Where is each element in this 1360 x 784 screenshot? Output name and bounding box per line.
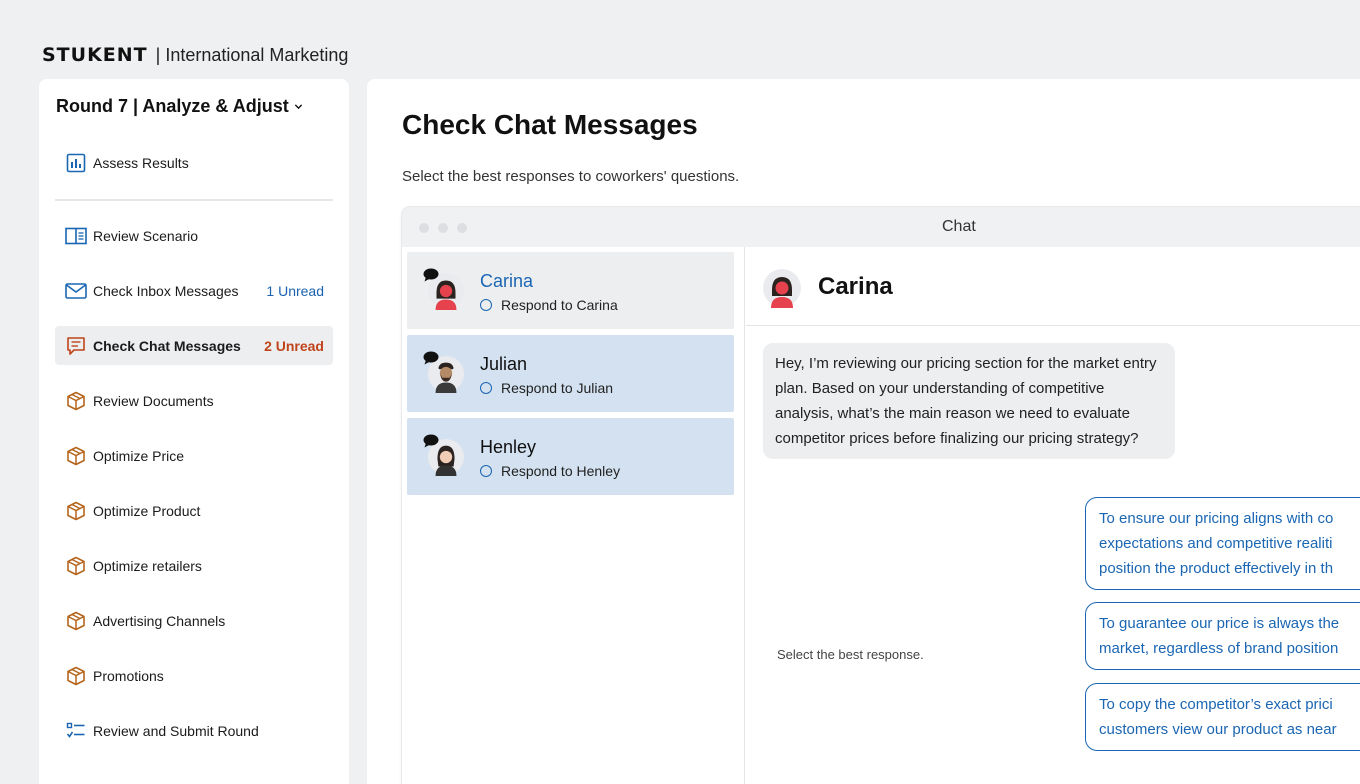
status-circle-icon <box>480 382 492 394</box>
option-text-line: customers view our product as near <box>1099 721 1337 738</box>
stukent-logo: STUKENT <box>42 44 148 66</box>
sidebar-item-chat[interactable]: Check Chat Messages 2 Unread <box>55 326 333 365</box>
chat-bubble-icon <box>423 434 439 448</box>
window-dot-icon <box>419 223 429 233</box>
unread-badge: 1 Unread <box>266 282 324 299</box>
option-text-line: position the product effectively in th <box>1099 560 1334 577</box>
conversation-contact-name: Carina <box>818 273 893 300</box>
package-icon <box>65 555 87 577</box>
chat-icon <box>65 335 87 357</box>
contact-task: Respond to Henley <box>480 463 620 479</box>
contact-name: Julian <box>480 354 528 374</box>
round-selector[interactable]: Round 7 | Analyze & Adjust <box>56 96 303 117</box>
sidebar-item-label: Review Documents <box>93 392 214 409</box>
contact-julian[interactable]: Julian Respond to Julian <box>407 335 734 412</box>
sidebar-item-label: Optimize Price <box>93 447 185 464</box>
sidebar-item-label: Assess Results <box>93 154 189 171</box>
package-icon <box>65 665 87 687</box>
envelope-icon <box>65 280 87 302</box>
chat-window: Chat Carina Respond to Carina Julian Res… <box>402 207 1360 784</box>
sidebar-item-label: Review and Submit Round <box>93 722 259 739</box>
sidebar-item-label: Optimize Product <box>93 502 201 519</box>
option-text-line: To copy the competitor’s exact prici <box>1099 696 1333 713</box>
sidebar-item-inbox[interactable]: Check Inbox Messages 1 Unread <box>55 271 333 310</box>
chat-window-title: Chat <box>942 218 976 235</box>
sidebar-item-optimize-price[interactable]: Optimize Price <box>55 436 333 475</box>
contact-task-label: Respond to Julian <box>501 380 614 396</box>
response-option-2[interactable]: To guarantee our price is always the mar… <box>1085 602 1360 670</box>
option-text-line: market, regardless of brand position <box>1099 640 1339 657</box>
sidebar-item-label: Check Inbox Messages <box>93 282 239 299</box>
option-text-line: expectations and competitive realiti <box>1099 535 1333 552</box>
sidebar-item-label: Advertising Channels <box>93 612 226 629</box>
contact-list: Carina Respond to Carina Julian Respond … <box>402 247 745 784</box>
package-icon <box>65 390 87 412</box>
conversation-header: Carina <box>746 247 1360 326</box>
sidebar-item-optimize-retailers[interactable]: Optimize retailers <box>55 546 333 585</box>
chat-bubble-icon <box>423 351 439 365</box>
page-subtitle: Select the best responses to coworkers' … <box>402 168 740 185</box>
sidebar-item-label: Promotions <box>93 667 164 684</box>
sidebar-item-optimize-product[interactable]: Optimize Product <box>55 491 333 530</box>
window-dot-icon <box>457 223 467 233</box>
bar-chart-icon <box>65 152 87 174</box>
sidebar-item-review-scenario[interactable]: Review Scenario <box>55 216 333 255</box>
contact-henley[interactable]: Henley Respond to Henley <box>407 418 734 495</box>
sidebar: Round 7 | Analyze & Adjust Assess Result… <box>39 79 349 784</box>
course-title: | International Marketing <box>155 44 349 65</box>
contact-name: Carina <box>480 271 534 291</box>
window-dot-icon <box>438 223 448 233</box>
contact-name: Henley <box>480 437 537 457</box>
unread-badge: 2 Unread <box>264 337 324 354</box>
chevron-down-icon <box>294 104 302 110</box>
contact-task-label: Respond to Carina <box>501 297 618 313</box>
conversation-panel: Carina Hey, I’m reviewing our pricing se… <box>746 247 1360 784</box>
option-text-line: To guarantee our price is always the <box>1099 615 1340 632</box>
contact-task-label: Respond to Henley <box>501 463 621 479</box>
sidebar-item-promotions[interactable]: Promotions <box>55 656 333 695</box>
sidebar-item-assess-results[interactable]: Assess Results <box>55 143 333 182</box>
avatar-icon <box>763 269 801 308</box>
contact-task: Respond to Carina <box>480 297 618 313</box>
status-circle-icon <box>480 299 492 311</box>
checklist-icon <box>65 720 87 742</box>
sidebar-item-label: Check Chat Messages <box>93 337 241 354</box>
sidebar-item-label: Review Scenario <box>93 227 199 244</box>
sidebar-item-advertising-channels[interactable]: Advertising Channels <box>55 601 333 640</box>
status-circle-icon <box>480 465 492 477</box>
package-icon <box>65 445 87 467</box>
option-text-line: To ensure our pricing aligns with co <box>1099 510 1334 527</box>
sidebar-divider <box>55 199 333 201</box>
book-icon <box>65 225 87 247</box>
response-option-3[interactable]: To copy the competitor’s exact prici cus… <box>1085 683 1360 751</box>
response-instruction: Select the best response. <box>777 647 924 662</box>
package-icon <box>65 500 87 522</box>
contact-carina[interactable]: Carina Respond to Carina <box>407 252 734 329</box>
chat-window-header: Chat <box>402 207 1360 247</box>
sidebar-item-review-documents[interactable]: Review Documents <box>55 381 333 420</box>
page-title: Check Chat Messages <box>402 109 698 140</box>
sidebar-item-label: Optimize retailers <box>93 557 202 574</box>
main-panel: Check Chat Messages Select the best resp… <box>367 79 1360 784</box>
incoming-message: Hey, I’m reviewing our pricing section f… <box>763 343 1175 459</box>
brand-header: STUKENT | International Marketing <box>42 44 348 66</box>
package-icon <box>65 610 87 632</box>
round-title: Round 7 | Analyze & Adjust <box>56 96 289 116</box>
response-option-1[interactable]: To ensure our pricing aligns with co exp… <box>1085 497 1360 590</box>
chat-bubble-icon <box>423 268 439 282</box>
window-controls <box>419 223 467 233</box>
contact-task: Respond to Julian <box>480 380 613 396</box>
sidebar-item-review-submit[interactable]: Review and Submit Round <box>55 711 333 750</box>
